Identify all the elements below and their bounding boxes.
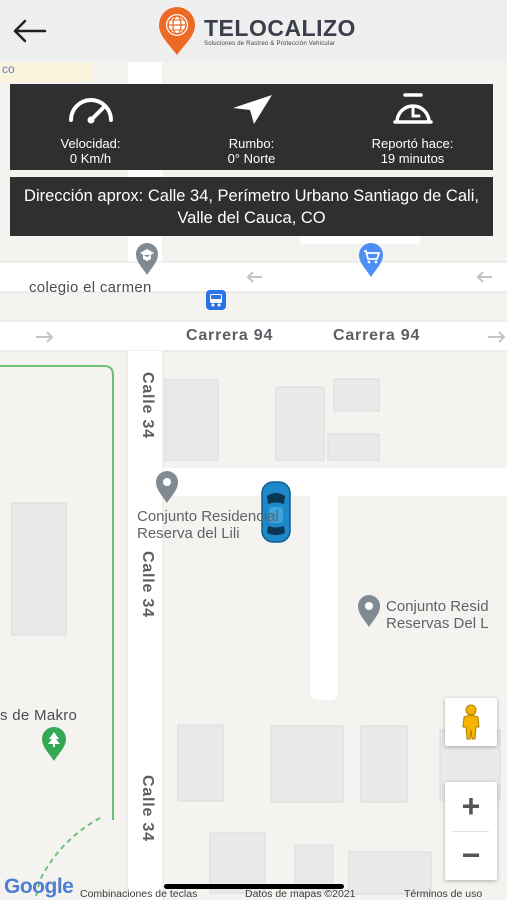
school-pin-icon[interactable] bbox=[134, 242, 160, 276]
zoom-out-button[interactable]: − bbox=[445, 832, 497, 880]
pegman-icon bbox=[462, 704, 480, 740]
app-header: TELOCALIZO Soluciones de Rastreo & Prote… bbox=[0, 0, 507, 62]
home-indicator[interactable] bbox=[164, 884, 344, 889]
poi-label-line: Reservas Del L bbox=[386, 615, 489, 632]
address-panel: Dirección aprox: Calle 34, Perímetro Urb… bbox=[10, 177, 493, 236]
bus-stop-icon[interactable] bbox=[205, 289, 227, 311]
poi-label-conjunto-residencial[interactable]: Conjunto Residencial Reserva del Lili bbox=[137, 508, 279, 542]
street-view-button[interactable] bbox=[445, 698, 497, 746]
keyboard-shortcuts-link[interactable]: Combinaciones de teclas bbox=[80, 888, 197, 900]
brand-name: TELOCALIZO bbox=[204, 14, 356, 41]
park-pin-icon[interactable] bbox=[40, 726, 68, 762]
street-label-carrera-94: Carrera 94 bbox=[186, 327, 274, 344]
speed-label: Velocidad: bbox=[60, 136, 121, 151]
reported-column: Reportó hace: 19 minutos bbox=[332, 84, 493, 170]
street-label-calle-34: Calle 34 bbox=[139, 372, 156, 439]
address-text: Dirección aprox: Calle 34, Perímetro Urb… bbox=[24, 186, 479, 227]
zoom-controls: + − bbox=[445, 782, 497, 880]
map-data-text[interactable]: Datos de mapas ©2021 bbox=[245, 888, 355, 900]
reported-label: Reportó hace: bbox=[371, 136, 454, 151]
heading-column: Rumbo: 0° Norte bbox=[171, 84, 332, 170]
street-label-calle-34: Calle 34 bbox=[139, 775, 156, 842]
shopping-pin-icon[interactable] bbox=[357, 242, 385, 278]
brand-logo: TELOCALIZO Soluciones de Rastreo & Prote… bbox=[154, 6, 356, 56]
vehicle-status-panel: Velocidad: 0 Km/h Rumbo: 0° Norte Report… bbox=[10, 84, 493, 170]
brand-tagline: Soluciones de Rastreo & Protección Vehic… bbox=[204, 40, 336, 47]
google-logo: Google bbox=[4, 875, 74, 899]
navigation-arrow-icon bbox=[232, 95, 272, 124]
location-pin-globe-icon bbox=[159, 7, 195, 55]
google-logo-text: Google bbox=[4, 875, 74, 898]
timer-icon bbox=[392, 93, 433, 124]
zoom-in-button[interactable]: + bbox=[445, 783, 497, 831]
speedometer-icon bbox=[68, 98, 113, 124]
place-pin-icon[interactable] bbox=[154, 470, 180, 504]
svg-text:co: co bbox=[2, 62, 15, 76]
heading-value: 0° Norte bbox=[227, 151, 276, 166]
poi-label-line: Conjunto Residencial bbox=[137, 508, 279, 525]
poi-label-line: Reserva del Lili bbox=[137, 525, 240, 542]
back-button[interactable] bbox=[8, 12, 50, 50]
reported-value: 19 minutos bbox=[380, 151, 445, 166]
terms-link[interactable]: Términos de uso bbox=[404, 888, 482, 900]
poi-label-line: Conjunto Resid bbox=[386, 598, 489, 615]
poi-label-school[interactable]: colegio el carmen bbox=[29, 279, 152, 296]
street-label-carrera-94: Carrera 94 bbox=[333, 327, 421, 344]
speed-value: 0 Km/h bbox=[69, 151, 112, 166]
back-arrow-icon bbox=[13, 19, 47, 43]
street-label-calle-34: Calle 34 bbox=[139, 551, 156, 618]
poi-label-conjunto-reservas[interactable]: Conjunto Resid Reservas Del L bbox=[386, 598, 489, 632]
speed-column: Velocidad: 0 Km/h bbox=[10, 84, 171, 170]
poi-label-makro[interactable]: s de Makro bbox=[0, 707, 77, 724]
heading-label: Rumbo: bbox=[228, 136, 275, 151]
place-pin-icon[interactable] bbox=[356, 594, 382, 628]
